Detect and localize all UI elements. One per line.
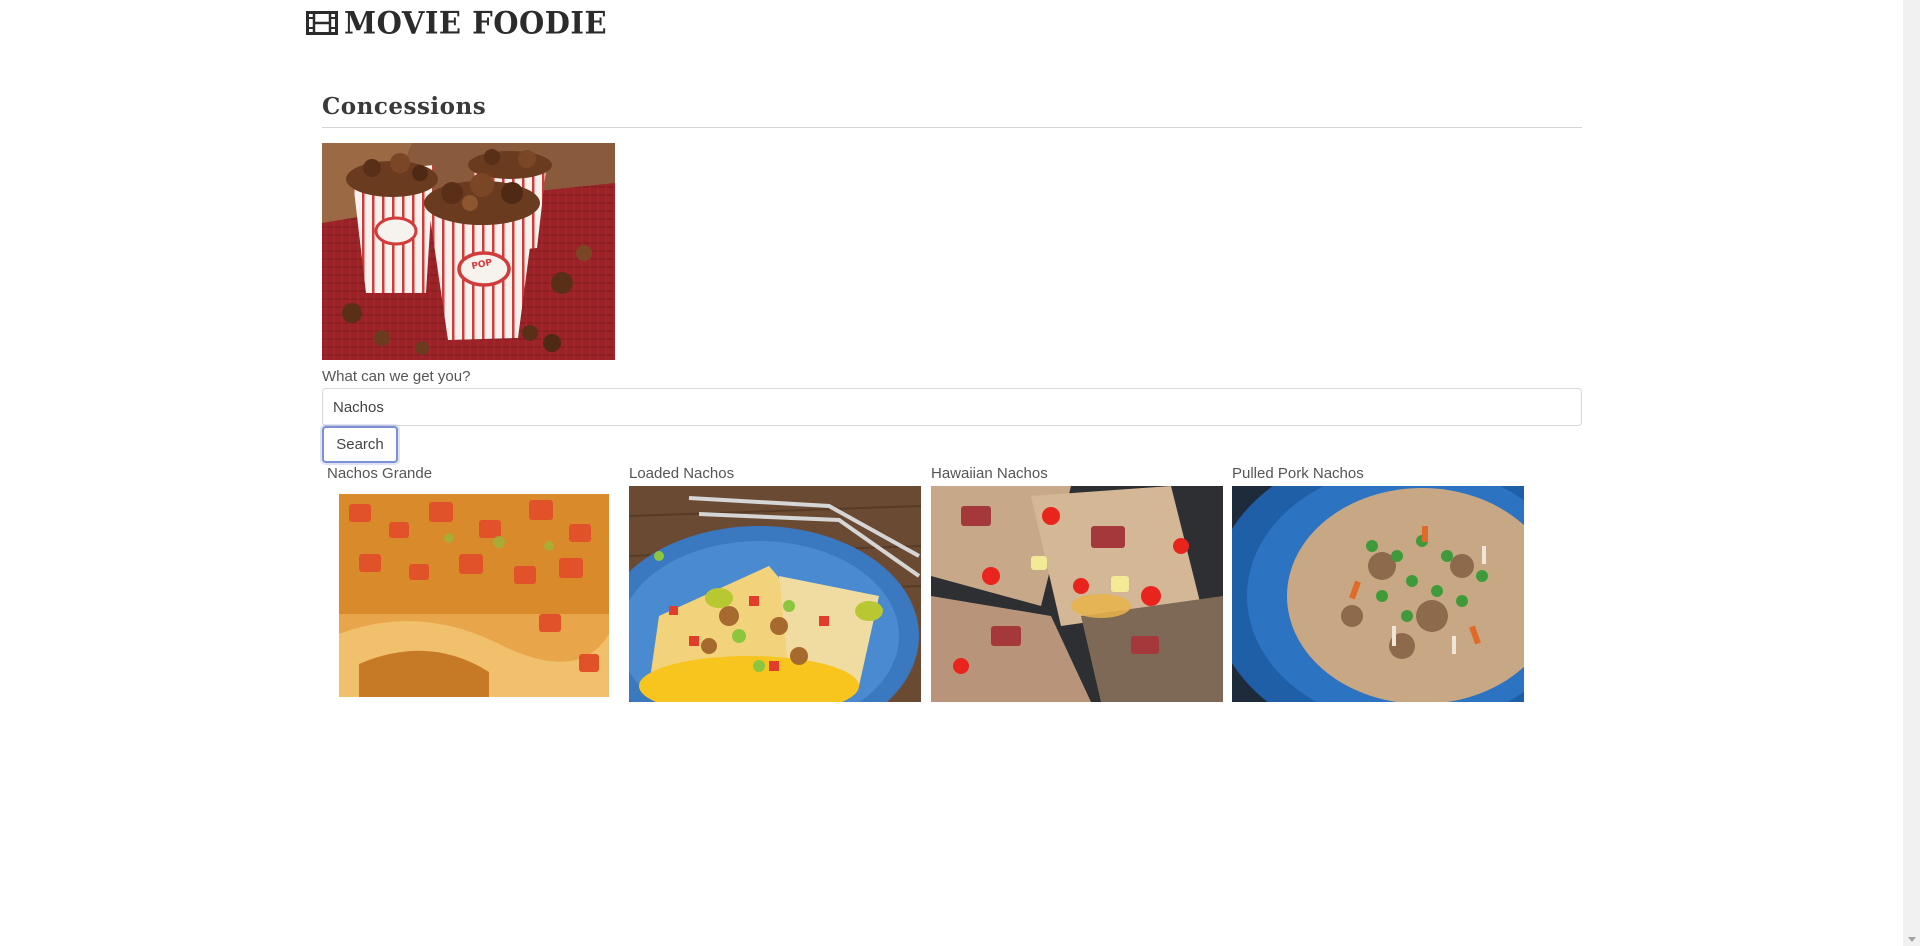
result-card[interactable]: Loaded Nachos xyxy=(629,465,734,483)
search-input[interactable] xyxy=(322,388,1582,426)
result-card[interactable]: Hawaiian Nachos xyxy=(931,465,1048,483)
result-image[interactable] xyxy=(931,486,1223,702)
result-card[interactable]: Nachos Grande xyxy=(327,465,432,483)
section-divider xyxy=(322,127,1582,128)
search-button[interactable]: Search xyxy=(322,426,398,463)
page: MOVIE FOODIE Concessions POP What can we… xyxy=(0,0,1920,946)
result-title[interactable]: Hawaiian Nachos xyxy=(931,465,1048,483)
result-card[interactable]: Pulled Pork Nachos xyxy=(1232,465,1364,483)
result-image[interactable] xyxy=(629,486,921,702)
result-image[interactable] xyxy=(339,494,609,697)
section-heading: Concessions xyxy=(322,93,487,120)
film-icon xyxy=(306,11,338,35)
result-title[interactable]: Nachos Grande xyxy=(327,465,432,483)
search-label: What can we get you? xyxy=(322,368,471,385)
brand-title: MOVIE FOODIE xyxy=(344,4,608,41)
brand[interactable]: MOVIE FOODIE xyxy=(306,6,607,40)
result-title[interactable]: Loaded Nachos xyxy=(629,465,734,483)
result-title[interactable]: Pulled Pork Nachos xyxy=(1232,465,1364,483)
scroll-down-icon[interactable] xyxy=(1908,937,1916,942)
vertical-scrollbar[interactable] xyxy=(1903,0,1920,946)
result-image[interactable] xyxy=(1232,486,1524,702)
popcorn-image: POP xyxy=(322,143,615,360)
